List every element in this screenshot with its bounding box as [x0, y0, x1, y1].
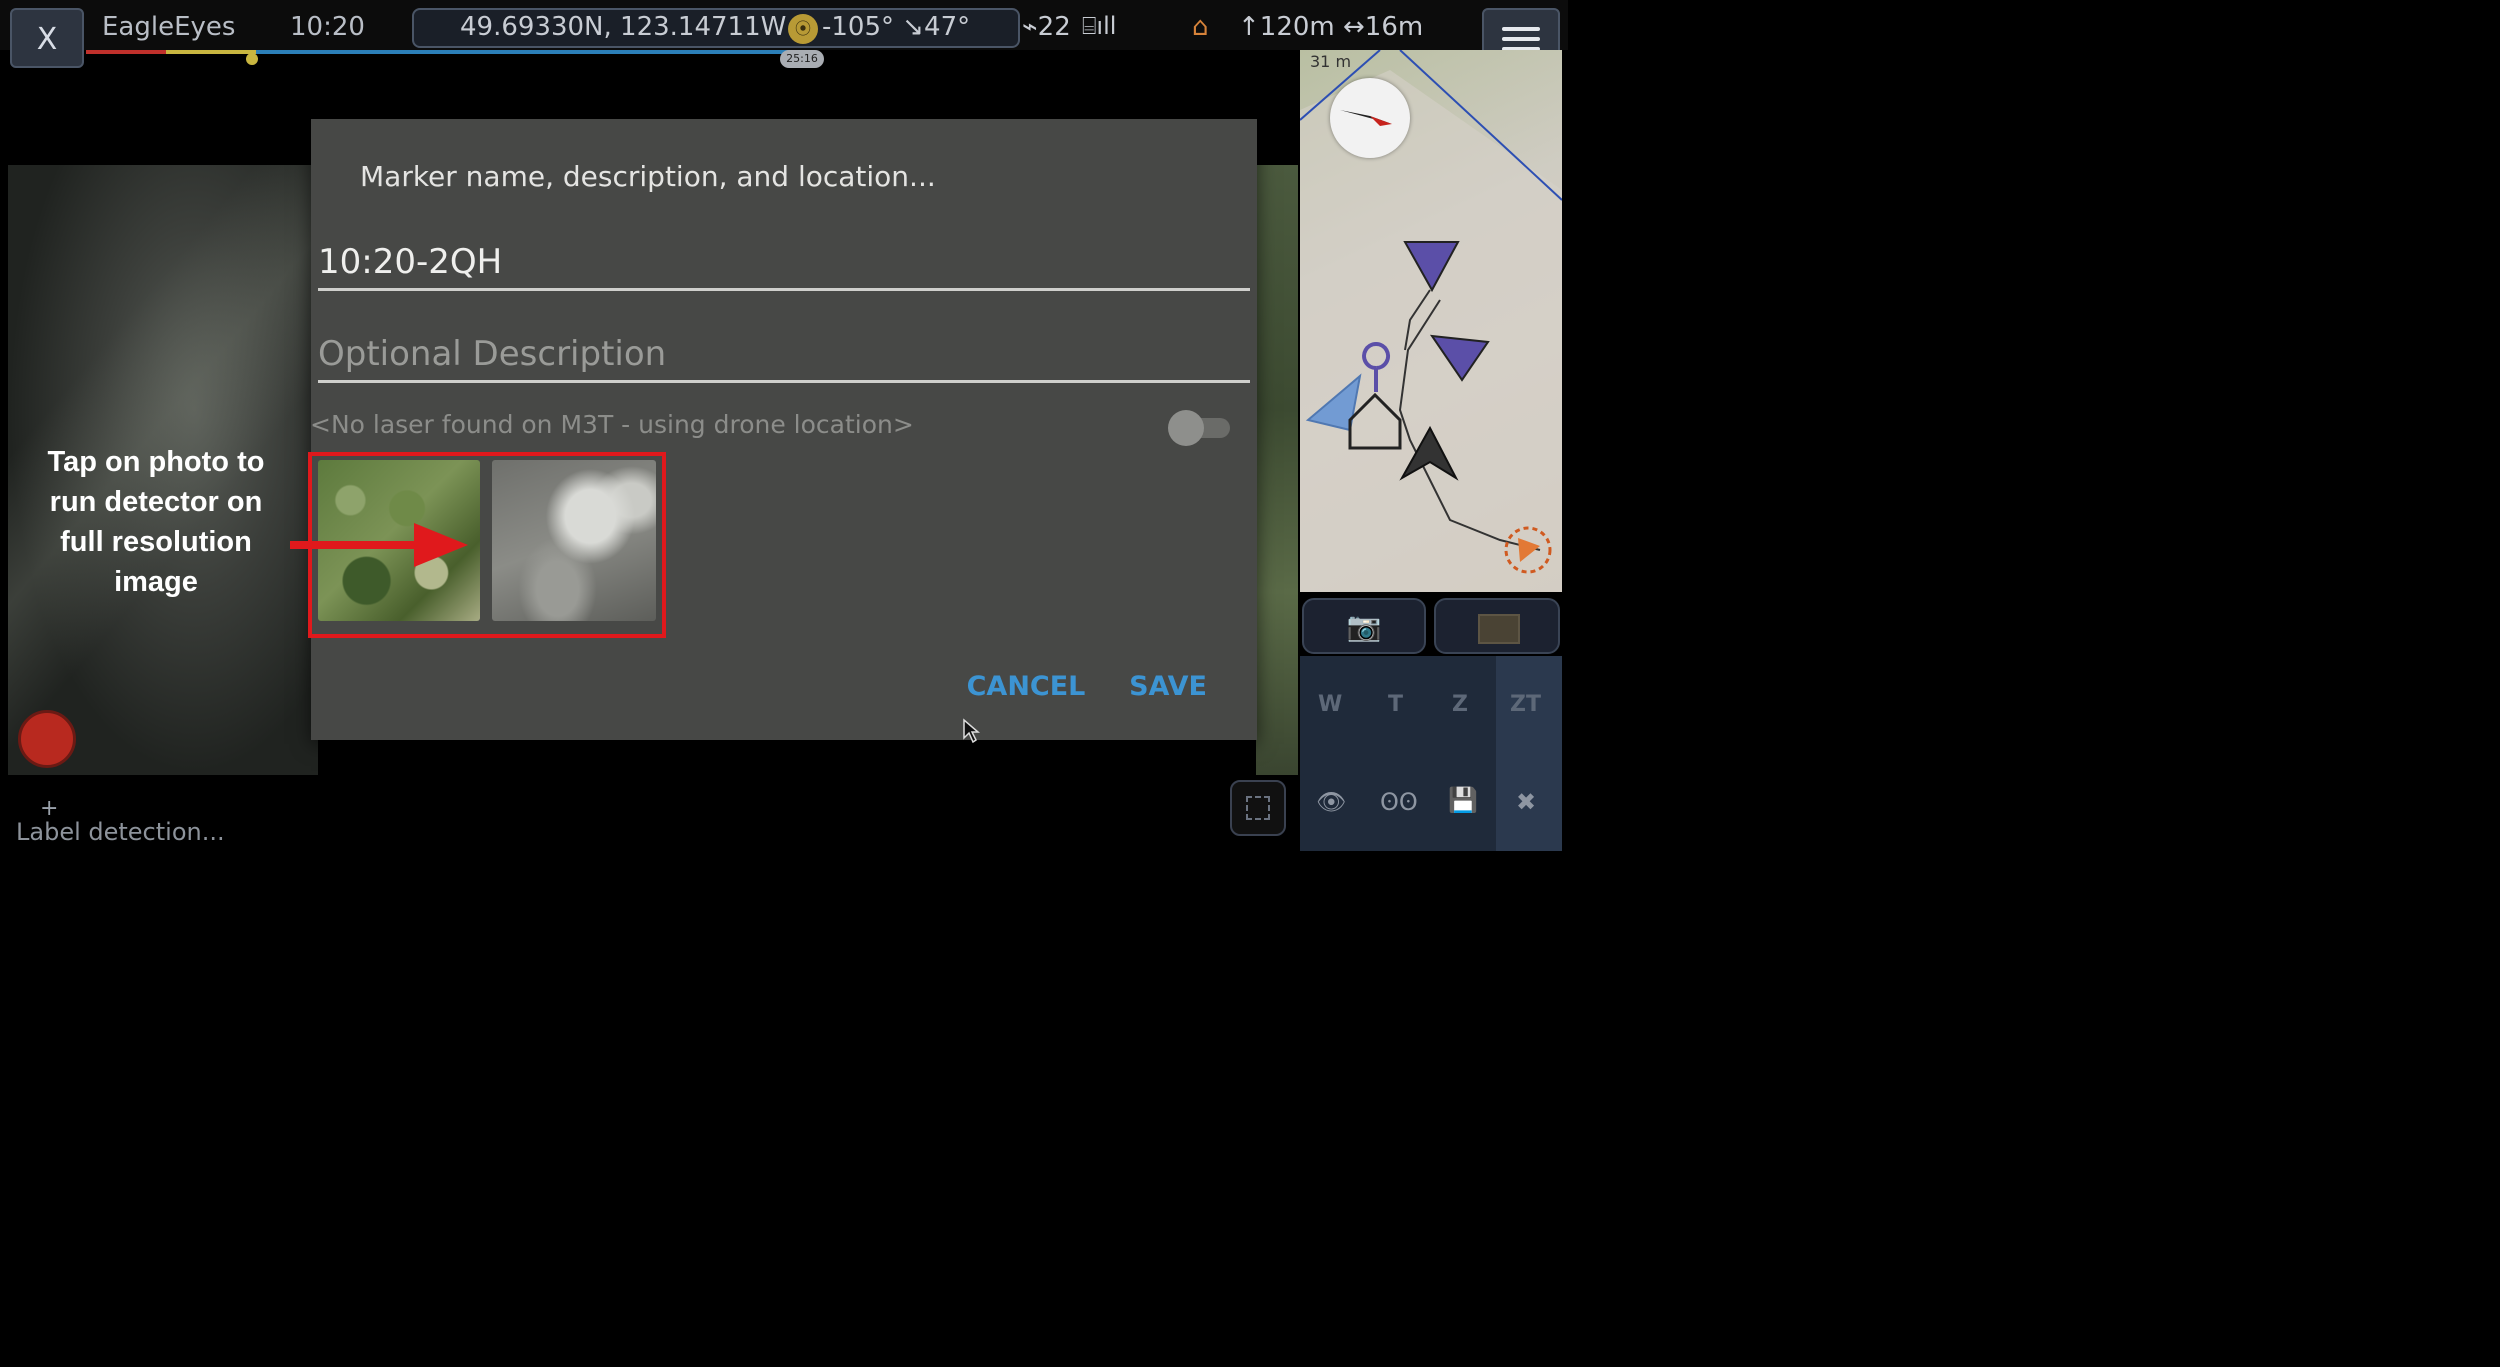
map-scale: 31 m: [1310, 52, 1352, 71]
annotation-line: run detector on: [49, 486, 263, 518]
zoom-z-button[interactable]: Z: [1452, 692, 1468, 717]
annotation-line: Tap on photo to: [47, 446, 265, 478]
zoom-w-button[interactable]: W: [1318, 692, 1342, 717]
save-disk-icon[interactable]: 💾: [1448, 786, 1478, 814]
hamburger-line: [1502, 37, 1540, 41]
remote-signal-icon: ⌸ıll: [1082, 12, 1117, 40]
hamburger-menu-icon: [1502, 27, 1540, 31]
zoom-zt-button[interactable]: ZT: [1510, 692, 1541, 717]
heading-readout: -105° ↘47°: [822, 12, 971, 42]
annotation-line: image: [114, 566, 198, 598]
record-button[interactable]: [18, 710, 76, 768]
video-timestamp-badge: 25:16: [780, 50, 824, 68]
video-progress-segment-yellow: [166, 50, 256, 54]
camera-button[interactable]: 📷: [1302, 598, 1426, 654]
zoom-t-button[interactable]: T: [1388, 692, 1403, 717]
laser-location-toggle[interactable]: [1168, 410, 1234, 446]
clock: 10:20: [290, 12, 365, 42]
map-compass-icon[interactable]: [1330, 78, 1410, 158]
laser-status-note: <No laser found on M3T - using drone loc…: [310, 410, 914, 439]
camera-icon: 📷: [1346, 610, 1382, 643]
zoom-zt-column: [1496, 656, 1562, 851]
altitude-distance: ↑120m ↔16m: [1238, 12, 1424, 42]
cancel-button[interactable]: CANCEL: [962, 664, 1090, 708]
annotation-line: full resolution: [60, 526, 252, 558]
home-icon: ⌂: [1192, 12, 1209, 42]
compass-needle-icon: [1340, 110, 1392, 126]
satellite-icon: ⌁: [1022, 12, 1038, 42]
video-progress-segment-red: [86, 50, 166, 54]
app-name: EagleEyes: [102, 12, 236, 42]
fullscreen-button[interactable]: [1230, 780, 1286, 836]
fullscreen-icon: [1246, 796, 1270, 820]
satellite-count-value: 22: [1037, 12, 1071, 42]
binoculars-icon[interactable]: ʘʘ: [1380, 788, 1418, 816]
toggle-knob: [1168, 410, 1204, 446]
close-button[interactable]: X: [10, 8, 84, 68]
gallery-button[interactable]: [1434, 598, 1560, 654]
eye-icon[interactable]: 👁: [1316, 788, 1346, 816]
dialog-title: Marker name, description, and location..…: [360, 160, 936, 193]
marker-name-input[interactable]: [318, 236, 1250, 291]
annotation-arrow-icon: [290, 523, 468, 567]
gps-coordinates: 49.69330N, 123.14711W: [460, 12, 787, 42]
compass-badge-icon: ⦿: [788, 14, 818, 44]
video-progress-handle[interactable]: [245, 53, 258, 65]
satellite-count: ⌁22: [1022, 12, 1071, 42]
mouse-cursor-icon: [963, 718, 980, 744]
label-detection-text[interactable]: Label detection...: [16, 818, 225, 846]
aerial-video-right: [1256, 165, 1298, 775]
save-button[interactable]: SAVE: [1122, 664, 1214, 708]
close-x-icon[interactable]: ✖: [1516, 788, 1536, 816]
gallery-thumbnail-icon: [1478, 614, 1520, 644]
marker-description-input[interactable]: [318, 328, 1250, 383]
annotation-text: Tap on photo to run detector on full res…: [18, 442, 294, 602]
